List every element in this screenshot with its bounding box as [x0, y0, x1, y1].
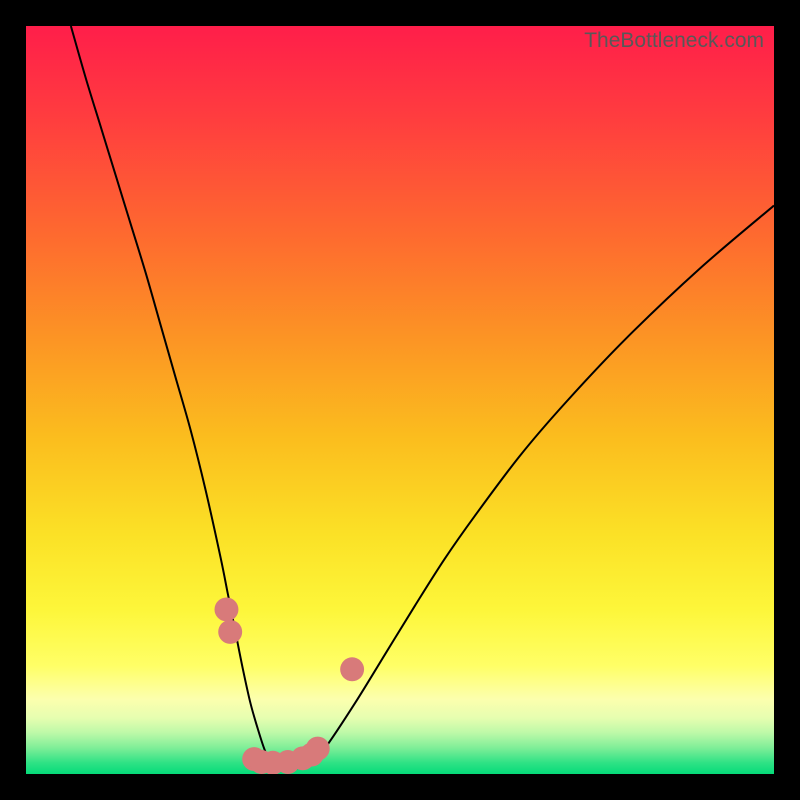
- watermark-label: TheBottleneck.com: [584, 29, 764, 53]
- plot-area: TheBottleneck.com: [26, 26, 774, 774]
- background-gradient: [26, 26, 774, 774]
- chart-frame: TheBottleneck.com: [0, 0, 800, 800]
